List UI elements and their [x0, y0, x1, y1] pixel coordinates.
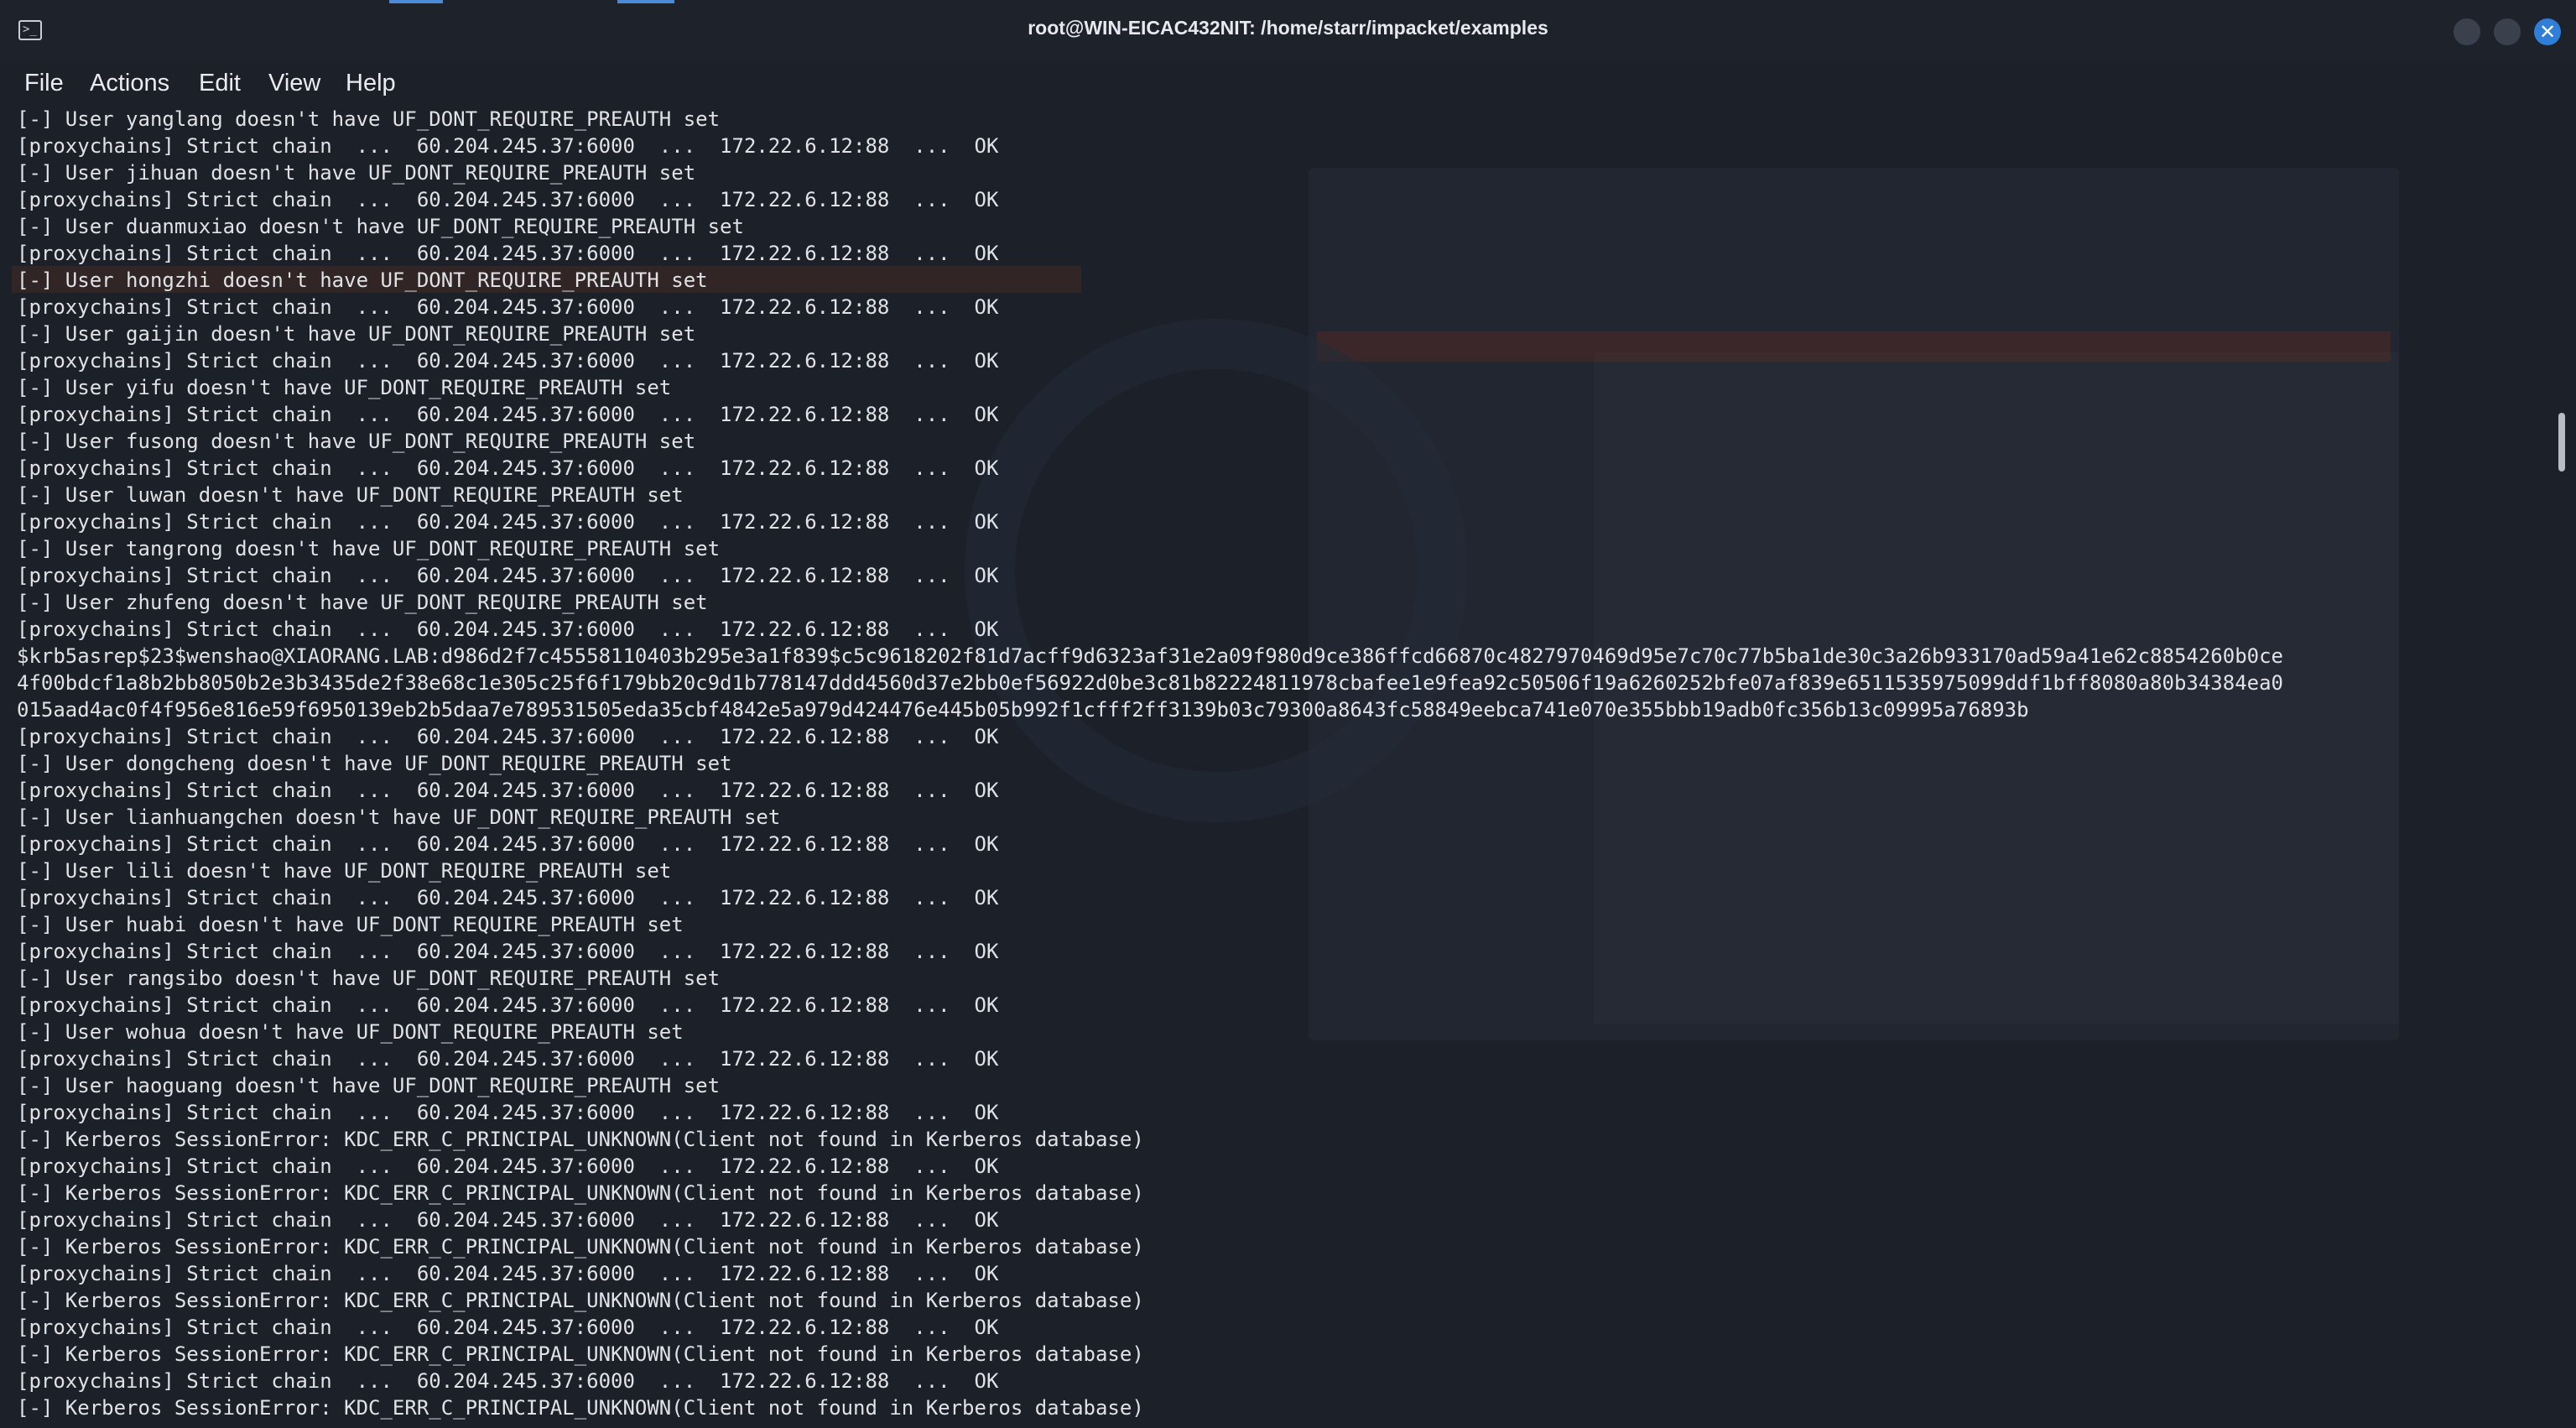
terminal-line: [proxychains] Strict chain ... 60.204.24… [17, 349, 999, 373]
window-title: root@WIN-EICAC432NIT: /home/starr/impack… [1028, 17, 1548, 39]
terminal-line: 4f00bdcf1a8b2bb8050b2e3b3435de2f38e68c1e… [17, 671, 2284, 695]
minimize-button[interactable] [2454, 18, 2480, 45]
terminal-line: [proxychains] Strict chain ... 60.204.24… [17, 832, 999, 856]
terminal-line: [proxychains] Strict chain ... 60.204.24… [17, 618, 999, 641]
terminal-line: [proxychains] Strict chain ... 60.204.24… [17, 1208, 999, 1232]
vertical-scrollbar[interactable] [2550, 104, 2576, 1428]
terminal-line: [-] User lili doesn't have UF_DONT_REQUI… [17, 859, 672, 883]
taskbar-indicator [389, 0, 443, 3]
terminal-line: [-] Kerberos SessionError: KDC_ERR_C_PRI… [17, 1235, 1144, 1259]
terminal-line: [proxychains] Strict chain ... 60.204.24… [17, 725, 999, 748]
close-button[interactable]: ✕ [2534, 18, 2561, 45]
terminal-line: [proxychains] Strict chain ... 60.204.24… [17, 403, 999, 426]
terminal-line: [-] User luwan doesn't have UF_DONT_REQU… [17, 483, 684, 507]
terminal-line: [-] Kerberos SessionError: KDC_ERR_C_PRI… [17, 1396, 1144, 1420]
terminal-window: >_ root@WIN-EICAC432NIT: /home/starr/imp… [0, 0, 2576, 1428]
terminal-line: [proxychains] Strict chain ... 60.204.24… [17, 134, 999, 158]
terminal-line: [proxychains] Strict chain ... 60.204.24… [17, 1262, 999, 1285]
terminal-line: [proxychains] Strict chain ... 60.204.24… [17, 886, 999, 909]
terminal-output[interactable]: [-] User yanglang doesn't have UF_DONT_R… [0, 104, 2550, 1428]
terminal-line: [-] User yanglang doesn't have UF_DONT_R… [17, 107, 721, 131]
terminal-line: [-] User zhufeng doesn't have UF_DONT_RE… [17, 591, 708, 614]
taskbar-indicator [617, 0, 674, 3]
terminal-line: [-] Kerberos SessionError: KDC_ERR_C_PRI… [17, 1128, 1144, 1151]
terminal-line: 015aad4ac0f4f956e816e59f6950139eb2b5daa7… [17, 698, 2029, 722]
terminal-line: [-] User dongcheng doesn't have UF_DONT_… [17, 752, 732, 775]
menu-view[interactable]: View [268, 62, 320, 104]
maximize-button[interactable] [2494, 18, 2521, 45]
menu-actions[interactable]: Actions [90, 62, 169, 104]
terminal-line: [proxychains] Strict chain ... 60.204.24… [17, 1101, 999, 1124]
terminal-line: [-] User huabi doesn't have UF_DONT_REQU… [17, 913, 684, 936]
terminal-line: [-] User rangsibo doesn't have UF_DONT_R… [17, 967, 721, 990]
menu-bar: File Actions Edit View Help [0, 62, 2576, 104]
terminal-line: [-] Kerberos SessionError: KDC_ERR_C_PRI… [17, 1181, 1144, 1205]
terminal-line: [proxychains] Strict chain ... 60.204.24… [17, 1316, 999, 1339]
terminal-line: [-] User jihuan doesn't have UF_DONT_REQ… [17, 161, 696, 185]
close-icon: ✕ [2538, 20, 2557, 44]
terminal-line: [proxychains] Strict chain ... 60.204.24… [17, 510, 999, 534]
terminal-line: [proxychains] Strict chain ... 60.204.24… [17, 1047, 999, 1071]
title-bar[interactable]: >_ root@WIN-EICAC432NIT: /home/starr/imp… [0, 0, 2576, 62]
scrollbar-thumb[interactable] [2558, 413, 2565, 472]
terminal-line: [-] User tangrong doesn't have UF_DONT_R… [17, 537, 721, 560]
terminal-line: $krb5asrep$23$wenshao@XIAORANG.LAB:d986d… [17, 644, 2284, 668]
menu-edit[interactable]: Edit [199, 62, 241, 104]
terminal-line: [-] User haoguang doesn't have UF_DONT_R… [17, 1074, 721, 1097]
terminal-line: [proxychains] Strict chain ... 60.204.24… [17, 1369, 999, 1393]
terminal-line: [proxychains] Strict chain ... 60.204.24… [17, 188, 999, 211]
terminal-line: [-] User lianhuangchen doesn't have UF_D… [17, 805, 781, 829]
menu-file[interactable]: File [24, 62, 64, 104]
terminal-line: [proxychains] Strict chain ... 60.204.24… [17, 940, 999, 963]
terminal-line: [-] User gaijin doesn't have UF_DONT_REQ… [17, 322, 696, 346]
terminal-line: [-] User fusong doesn't have UF_DONT_REQ… [17, 430, 696, 453]
terminal-line: [proxychains] Strict chain ... 60.204.24… [17, 1154, 999, 1178]
terminal-line: [proxychains] Strict chain ... 60.204.24… [17, 242, 999, 265]
terminal-line: [proxychains] Strict chain ... 60.204.24… [17, 564, 999, 587]
terminal-line: [-] Kerberos SessionError: KDC_ERR_C_PRI… [17, 1289, 1144, 1312]
terminal-line: [-] User duanmuxiao doesn't have UF_DONT… [17, 215, 744, 238]
terminal-line: [-] User hongzhi doesn't have UF_DONT_RE… [17, 268, 708, 292]
menu-help[interactable]: Help [346, 62, 396, 104]
terminal-line: [proxychains] Strict chain ... 60.204.24… [17, 295, 999, 319]
terminal-line: [proxychains] Strict chain ... 60.204.24… [17, 456, 999, 480]
terminal-line: [-] User wohua doesn't have UF_DONT_REQU… [17, 1020, 684, 1044]
terminal-line: [-] User yifu doesn't have UF_DONT_REQUI… [17, 376, 672, 399]
terminal-line: [proxychains] Strict chain ... 60.204.24… [17, 779, 999, 802]
terminal-line: [-] Kerberos SessionError: KDC_ERR_C_PRI… [17, 1342, 1144, 1366]
terminal-line: [proxychains] Strict chain ... 60.204.24… [17, 993, 999, 1017]
